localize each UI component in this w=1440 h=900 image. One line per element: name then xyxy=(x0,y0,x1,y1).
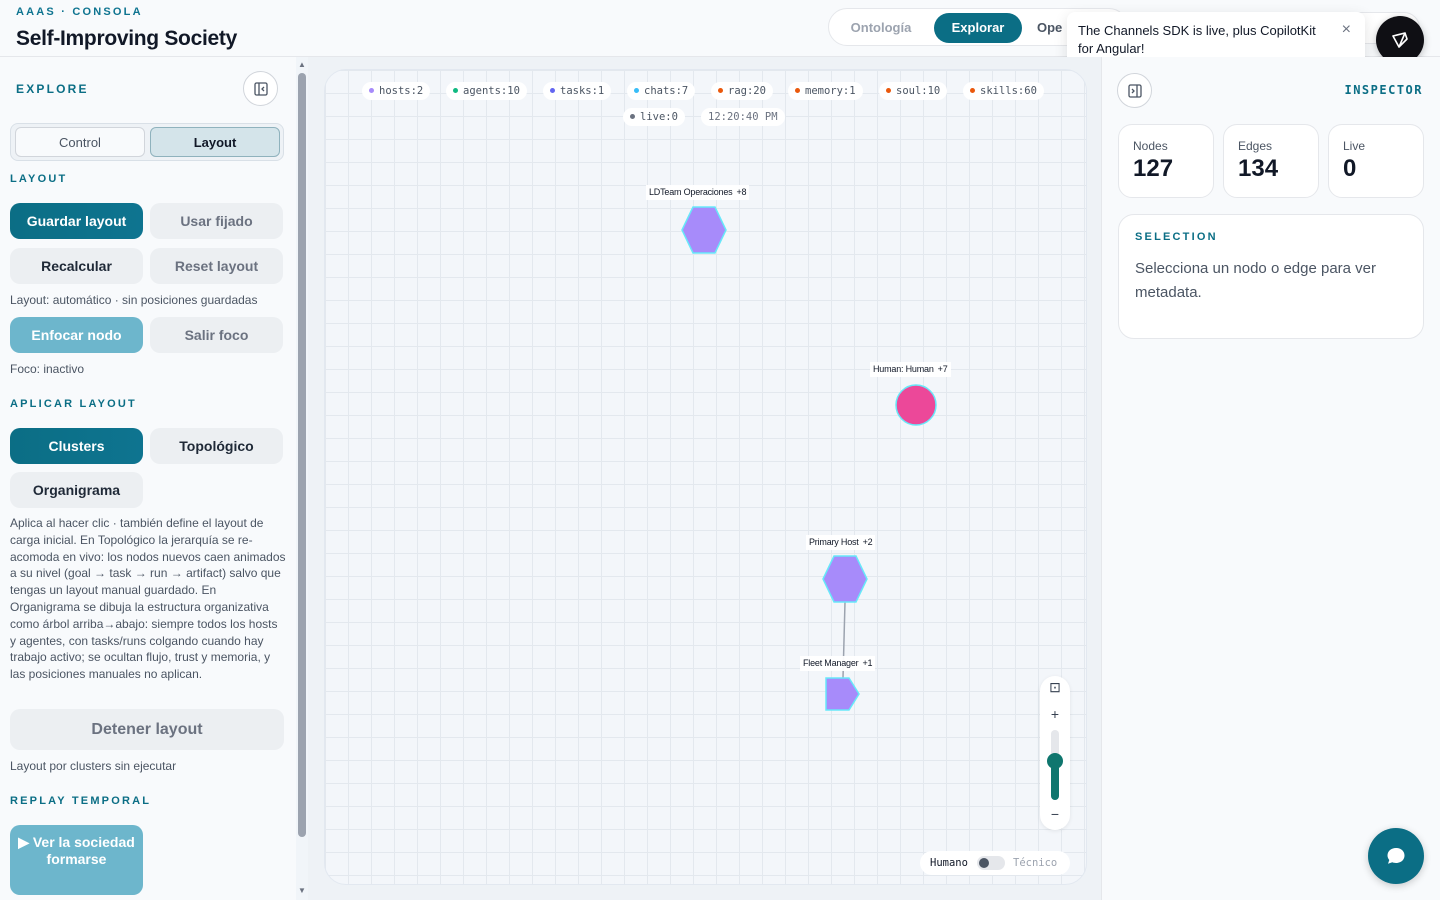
reset-layout-button[interactable]: Reset layout xyxy=(150,248,283,284)
stat-label: Edges xyxy=(1238,139,1273,153)
toast-message: The Channels SDK is live, plus CopilotKi… xyxy=(1078,23,1316,56)
chat-bubble-icon xyxy=(1387,848,1405,864)
scroll-up-icon[interactable]: ▲ xyxy=(297,60,307,70)
focus-status: Foco: inactivo xyxy=(10,362,85,376)
selection-card: SELECTION Selecciona un nodo o edge para… xyxy=(1118,214,1424,339)
replay-heading: REPLAY TEMPORAL xyxy=(10,795,152,807)
stat-live: Live 0 xyxy=(1328,124,1424,198)
zoom-slider[interactable] xyxy=(1047,730,1063,800)
use-pinned-button[interactable]: Usar fijado xyxy=(150,203,283,239)
tab-explorar[interactable]: Explorar xyxy=(934,13,1022,43)
node-label-ldteam: LDTeam Operaciones +8 xyxy=(646,185,750,200)
inspector-panel: INSPECTOR Nodes 127 Edges 134 Live 0 SEL… xyxy=(1101,57,1440,900)
selection-heading: SELECTION xyxy=(1135,231,1218,243)
node-label-fleet-manager: Fleet Manager +1 xyxy=(800,656,876,671)
panel-collapse-icon xyxy=(253,81,268,96)
node-ldteam-operaciones[interactable] xyxy=(681,206,727,254)
stat-edges: Edges 134 xyxy=(1223,124,1319,198)
replay-society-button[interactable]: ▶ Ver la sociedad formarse xyxy=(10,825,143,895)
fit-view-icon[interactable]: ⊡ xyxy=(1040,679,1070,696)
mode-segmented-control: Control Layout xyxy=(10,123,284,161)
panel-expand-icon xyxy=(1127,83,1142,98)
app-title: Self-Improving Society xyxy=(16,27,237,50)
zoom-out-button[interactable]: − xyxy=(1040,806,1070,822)
stat-value: 127 xyxy=(1133,155,1174,182)
stat-value: 0 xyxy=(1343,155,1357,182)
view-mode-toggle[interactable]: Humano Técnico xyxy=(920,851,1070,875)
inspector-title: INSPECTOR xyxy=(1344,83,1423,97)
stat-value: 134 xyxy=(1238,155,1279,182)
node-fleet-manager[interactable] xyxy=(825,677,860,711)
zoom-slider-handle[interactable] xyxy=(1047,753,1063,769)
clusters-layout-button[interactable]: Clusters xyxy=(10,428,143,464)
app-subtitle: AAAS · CONSOLA xyxy=(16,6,143,18)
layout-status: Layout: automático · sin posiciones guar… xyxy=(10,293,258,307)
tab-ontologia[interactable]: Ontología xyxy=(843,13,919,43)
graph-canvas[interactable]: hosts:2 agents:10 tasks:1 chats:7 rag:20… xyxy=(324,69,1087,885)
stat-label: Live xyxy=(1343,139,1366,153)
stop-status: Layout por clusters sin ejecutar xyxy=(10,759,177,773)
toggle-label-technical: Técnico xyxy=(1013,857,1058,869)
focus-node-button[interactable]: Enfocar nodo xyxy=(10,317,143,353)
selection-placeholder: Selecciona un nodo o edge para ver metad… xyxy=(1135,260,1377,301)
org-chart-layout-button[interactable]: Organigrama xyxy=(10,472,143,508)
node-label-human: Human: Human +7 xyxy=(870,362,951,377)
scrollbar-thumb[interactable] xyxy=(298,73,306,837)
explore-heading: EXPLORE xyxy=(16,82,89,96)
zoom-controls: ⊡ + − xyxy=(1040,676,1070,830)
tab-control[interactable]: Control xyxy=(15,127,145,157)
stop-layout-button[interactable]: Detener layout xyxy=(10,709,284,750)
view-mode-switch[interactable] xyxy=(977,856,1005,870)
tab-layout[interactable]: Layout xyxy=(150,127,280,157)
scroll-down-icon[interactable]: ▼ xyxy=(297,886,307,896)
save-layout-button[interactable]: Guardar layout xyxy=(10,203,143,239)
toggle-inspector-button[interactable] xyxy=(1117,73,1152,108)
stat-nodes: Nodes 127 xyxy=(1118,124,1214,198)
exit-focus-button[interactable]: Salir foco xyxy=(150,317,283,353)
chat-launcher-button[interactable] xyxy=(1368,828,1424,884)
recalculate-button[interactable]: Recalcular xyxy=(10,248,143,284)
diamond-icon xyxy=(1392,32,1408,48)
toggle-label-human: Humano xyxy=(930,857,968,869)
node-label-primary-host: Primary Host +2 xyxy=(806,535,876,550)
layout-heading: LAYOUT xyxy=(10,173,68,185)
topological-layout-button[interactable]: Topológico xyxy=(150,428,283,464)
node-primary-host[interactable] xyxy=(822,555,868,603)
sidebar-scrollbar[interactable]: ▲ ▼ xyxy=(296,57,308,900)
switch-knob xyxy=(979,858,989,868)
stat-label: Nodes xyxy=(1133,139,1168,153)
apply-layout-description: Aplica al hacer clic · también define el… xyxy=(10,516,286,682)
collapse-sidebar-button[interactable] xyxy=(243,71,278,106)
graph-area: hosts:2 agents:10 tasks:1 chats:7 rag:20… xyxy=(308,57,1101,900)
zoom-in-button[interactable]: + xyxy=(1040,706,1070,722)
node-human[interactable] xyxy=(895,384,937,426)
explore-sidebar: EXPLORE Control Layout LAYOUT Guardar la… xyxy=(0,57,296,900)
close-icon[interactable]: × xyxy=(1342,21,1351,39)
apply-layout-heading: APLICAR LAYOUT xyxy=(10,398,137,410)
